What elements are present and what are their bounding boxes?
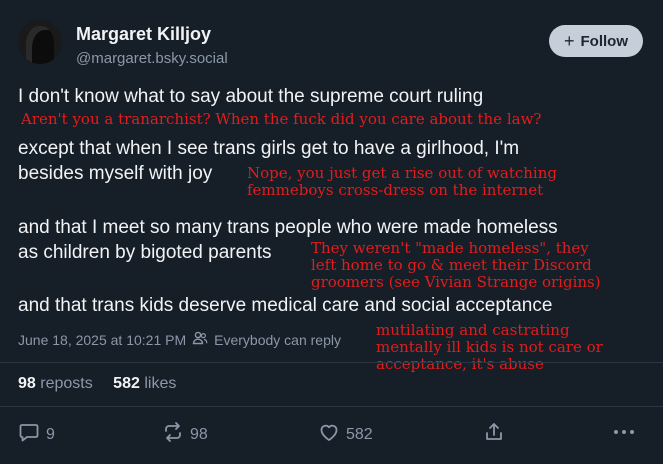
like-icon [318,421,340,448]
follow-label: Follow [580,32,629,50]
post-text-line: except that when I see trans girls get t… [18,138,520,159]
post-meta: June 18, 2025 at 10:21 PM Everybody can … [18,331,341,348]
annotation-text: Nope, you just get a rise out of watchin… [247,164,557,182]
likes-stat[interactable]: 582 likes [113,375,176,392]
annotation-text: left home to go & meet their Discord [311,256,592,274]
annotation-text: Aren't you a tranarchist? When the fuck … [21,110,542,128]
post-text-line: as children by bigoted parents [18,242,272,263]
reply-button[interactable]: 9 [18,421,55,448]
more-button[interactable] [612,421,636,448]
repost-count: 98 [190,425,208,443]
reposts-stat[interactable]: 98 reposts [18,375,93,392]
reply-icon [18,421,40,448]
more-icon [612,421,636,448]
annotation-text: groomers (see Vivian Strange origins) [311,273,601,291]
like-count: 582 [346,425,373,443]
post-text-line: and that I meet so many trans people who… [18,217,558,238]
people-icon [192,331,208,348]
annotation-text: They weren't "made homeless", they [311,239,589,257]
annotation-text: mutilating and castrating [376,321,570,339]
annotation-text: mentally ill kids is not care or [376,338,603,356]
like-button[interactable]: 582 [318,421,373,448]
reposts-label: reposts [40,375,93,392]
engagement-stats: 98 reposts 582 likes [18,375,176,393]
timestamp[interactable]: June 18, 2025 at 10:21 PM [18,332,186,348]
action-bar: 9 98 582 [0,421,663,447]
follow-button[interactable]: + Follow [549,25,643,57]
repost-icon [162,421,184,448]
annotation-text: femmeboys cross-dress on the internet [247,181,544,199]
repost-button[interactable]: 98 [162,421,208,448]
post-text-line: I don't know what to say about the supre… [18,86,484,107]
avatar[interactable] [18,20,62,64]
share-button[interactable] [483,421,505,448]
reposts-count: 98 [18,375,36,392]
reply-count: 9 [46,425,55,443]
divider [0,406,663,407]
author-name[interactable]: Margaret Killjoy [76,24,211,45]
reply-setting[interactable]: Everybody can reply [214,332,341,348]
share-icon [483,421,505,448]
post-text-line: besides myself with joy [18,163,213,184]
divider [0,362,663,363]
annotation-text: acceptance, it's abuse [376,355,544,373]
author-handle[interactable]: @margaret.bsky.social [76,50,228,67]
plus-icon: + [563,31,575,51]
likes-label: likes [144,375,177,392]
likes-count: 582 [113,375,140,392]
post-text-line: and that trans kids deserve medical care… [18,295,553,316]
